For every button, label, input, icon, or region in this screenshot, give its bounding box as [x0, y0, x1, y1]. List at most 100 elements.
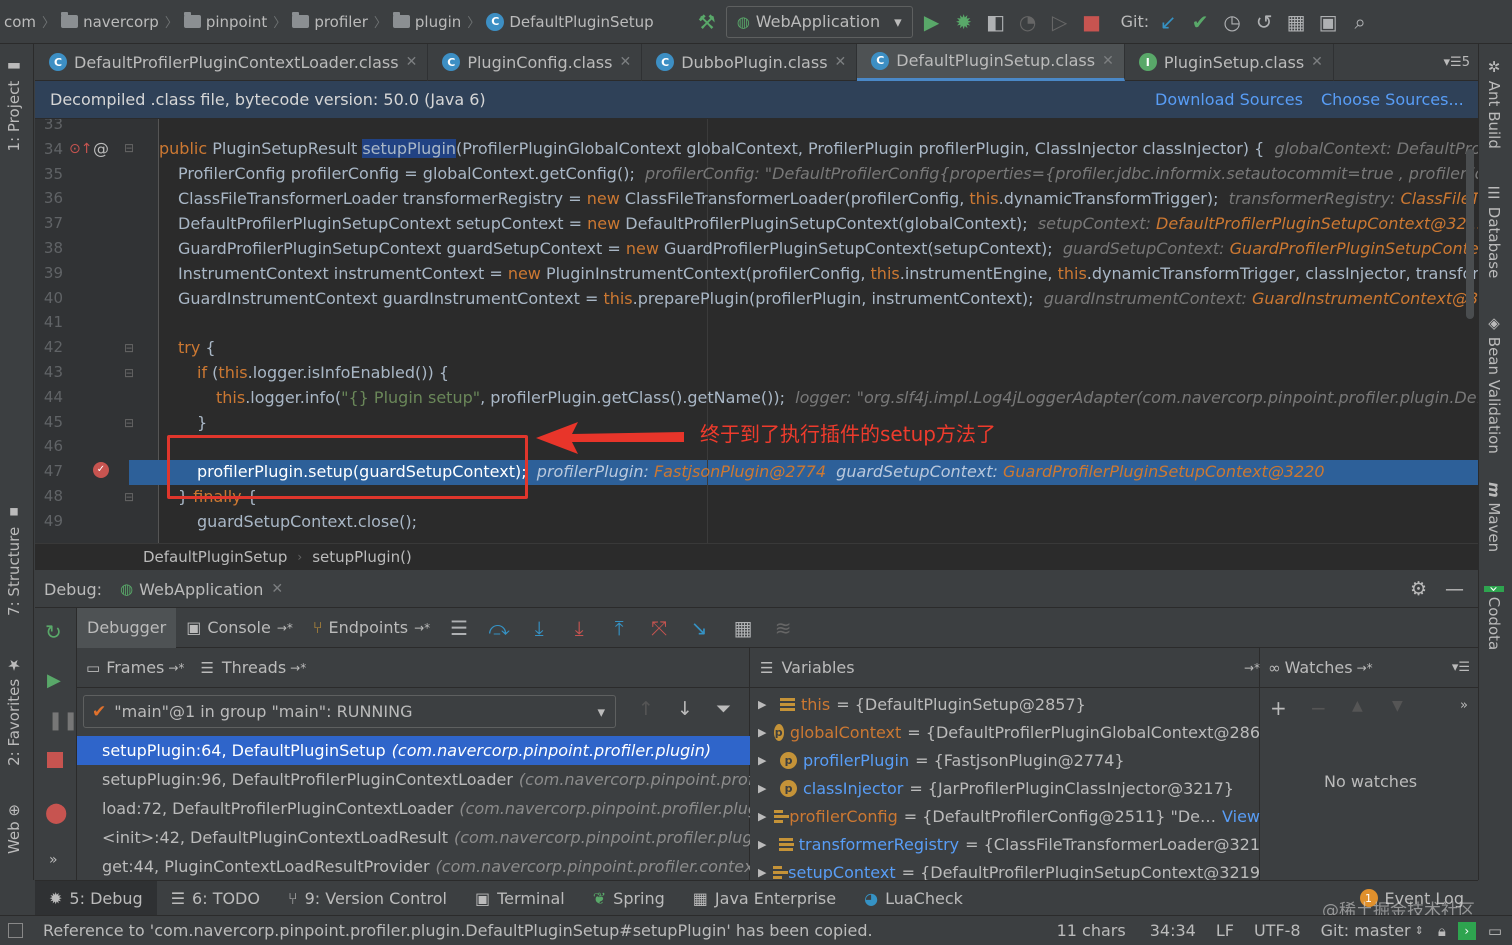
thread-select[interactable]: ✔ "main"@1 in group "main": RUNNING ▾ [83, 695, 616, 728]
tab-todo[interactable]: ☰ 6: TODO [157, 881, 274, 916]
attach-icon[interactable]: ▷ [1047, 10, 1073, 34]
lock-icon[interactable]: 🔒︎ [1438, 922, 1446, 940]
options-icon[interactable]: ▾☰ [1452, 660, 1470, 675]
watches-tab[interactable]: Watches [1285, 658, 1353, 677]
gear-icon[interactable]: ⚙ [1410, 578, 1427, 600]
arrow-up-icon[interactable]: ↑ [638, 698, 654, 720]
stack-frame[interactable]: setupPlugin:96, DefaultProfilerPluginCon… [77, 765, 750, 794]
profile-icon[interactable]: ◔ [1015, 10, 1041, 34]
expand-icon[interactable]: ▶ [758, 782, 774, 795]
variables-tab[interactable]: Variables [781, 658, 854, 677]
breadcrumb-navercorp[interactable]: navercorp [61, 12, 159, 31]
notifications-icon[interactable]: ▭ [1488, 922, 1502, 940]
breadcrumb-defaultpluginsetup[interactable]: C DefaultPluginSetup [486, 12, 654, 31]
expand-icon[interactable]: ▶ [758, 754, 774, 767]
git-rollback-icon[interactable]: ↺ [1251, 10, 1277, 34]
close-icon[interactable]: ✕ [271, 581, 283, 597]
minimize-icon[interactable]: — [1445, 578, 1464, 600]
stop-icon[interactable] [47, 752, 63, 768]
move-down-icon[interactable]: ▼ [1392, 698, 1403, 714]
ant-build-tool-button[interactable]: ✲ Ant Build [1485, 58, 1503, 149]
tab-spring[interactable]: ❦ Spring [579, 881, 679, 916]
variable-row[interactable]: ▶ p globalContext = {DefaultProfilerPlugin… [750, 718, 1260, 746]
code-breadcrumb-method[interactable]: setupPlugin() [312, 548, 412, 566]
fold-icon[interactable]: ⊟ [124, 490, 134, 504]
presentation-icon[interactable]: ▣ [1315, 10, 1341, 34]
tab-pluginsetup[interactable]: I PluginSetup.class ✕ [1125, 43, 1334, 81]
breakpoint-icon[interactable]: ✓ [93, 462, 109, 478]
code-breadcrumb-class[interactable]: DefaultPluginSetup [143, 548, 287, 566]
tab-debugger[interactable]: Debugger [77, 607, 177, 648]
stack-frame[interactable]: get:44, PluginContextLoadResultProvider (… [77, 852, 750, 881]
web-tool-button[interactable]: Web ⊕ [5, 804, 23, 854]
more-icon[interactable]: » [1460, 698, 1468, 713]
tab-java-enterprise[interactable]: ▦ Java Enterprise [679, 881, 850, 916]
show-execution-point-icon[interactable]: ⤼ [486, 616, 512, 640]
drop-frame-icon[interactable]: ⤧ [646, 616, 672, 640]
git-branch[interactable]: Git: master [1321, 921, 1411, 940]
stack-frame[interactable]: <init>:42, DefaultPluginContextLoadResul… [77, 823, 750, 852]
more-icon[interactable]: » [49, 852, 58, 868]
expand-icon[interactable]: ▶ [758, 726, 768, 739]
structure-tool-button[interactable]: 7: Structure ▪ [5, 504, 23, 616]
fold-icon[interactable]: ⊟ [124, 141, 134, 155]
override-icon[interactable]: ⊙↑ [69, 141, 92, 157]
expand-icon[interactable]: ▶ [758, 866, 767, 879]
step-into-icon[interactable]: ⤓ [566, 616, 592, 640]
debug-bug-icon[interactable]: ✹ [951, 10, 977, 34]
tab-luacheck[interactable]: ◕ LuaCheck [850, 881, 977, 916]
resume-icon[interactable]: ▶ [47, 670, 61, 691]
frames-tab[interactable]: Frames [106, 658, 164, 677]
expand-icon[interactable]: ▶ [758, 698, 774, 711]
run-configuration-select[interactable]: ◍ WebApplication ▾ [725, 5, 913, 38]
step-over-icon[interactable]: ⤓ [526, 616, 552, 640]
arrow-down-icon[interactable]: ↓ [677, 698, 693, 720]
tab-debug[interactable]: ✹ 5: Debug [35, 880, 157, 916]
project-structure-icon[interactable]: ▦ [1283, 10, 1309, 34]
editor-scrollbar[interactable] [1466, 149, 1474, 319]
run-icon[interactable]: ▶ [919, 10, 945, 34]
codota-tool-button[interactable]: › Codota [1484, 586, 1504, 650]
stack-frame[interactable]: setupPlugin:64, DefaultPluginSetup (com.n… [77, 736, 750, 765]
evaluate-expression-icon[interactable]: ▦ [730, 616, 756, 640]
close-icon[interactable]: ✕ [1311, 54, 1323, 70]
trace-icon[interactable]: ≋ [770, 616, 796, 640]
threads-tab[interactable]: Threads [222, 658, 286, 677]
variable-row[interactable]: ▶ transformerRegistry = {ClassFileTransfo… [750, 830, 1260, 858]
step-out-icon[interactable]: ⤒ [606, 616, 632, 640]
close-icon[interactable]: ✕ [1102, 53, 1114, 69]
download-sources-link[interactable]: Download Sources [1155, 90, 1303, 109]
breadcrumb-com[interactable]: com [4, 13, 36, 31]
git-commit-icon[interactable]: ✔ [1187, 10, 1213, 34]
remove-watch-icon[interactable]: − [1310, 696, 1327, 720]
hammer-build-icon[interactable]: ⚒ [694, 10, 720, 34]
bean-validation-tool-button[interactable]: ◈ Bean Validation [1485, 314, 1503, 454]
file-encoding[interactable]: UTF-8 [1254, 921, 1301, 940]
filter-icon[interactable]: ⏷ [716, 698, 731, 720]
search-icon[interactable]: ⌕ [1347, 10, 1373, 34]
expand-icon[interactable]: ▶ [758, 838, 773, 851]
project-tool-button[interactable]: 1: Project ▬ [5, 58, 23, 151]
tab-overflow-button[interactable]: ▾☰5 [1444, 55, 1478, 70]
stack-frame[interactable]: load:72, DefaultProfilerPluginContextLoa… [77, 794, 750, 823]
tab-console[interactable]: ▣ Console →* [176, 608, 303, 648]
close-icon[interactable]: ✕ [619, 54, 631, 70]
tab-version-control[interactable]: ⑂ 9: Version Control [274, 881, 461, 916]
variable-row[interactable]: ▶ profilerConfig = {DefaultProfilerConfig… [750, 802, 1260, 830]
rerun-icon[interactable]: ↻ [45, 620, 62, 644]
variable-row[interactable]: ▶ p profilerPlugin = {FastjsonPlugin@2774} [750, 746, 1260, 774]
move-up-icon[interactable]: ▲ [1352, 698, 1363, 714]
caret-position[interactable]: 34:34 [1150, 921, 1196, 940]
favorites-tool-button[interactable]: 2: Favorites ★ [5, 656, 23, 766]
tab-terminal[interactable]: ▣ Terminal [461, 881, 579, 916]
debug-session-tab[interactable]: WebApplication [139, 580, 263, 599]
git-update-icon[interactable]: ↙ [1155, 10, 1181, 34]
pause-icon[interactable]: ❚❚ [48, 710, 78, 731]
fold-icon[interactable]: ⊟ [124, 341, 134, 355]
choose-sources-link[interactable]: Choose Sources... [1321, 90, 1464, 109]
tab-pluginconfig[interactable]: C PluginConfig.class ✕ [428, 43, 643, 81]
database-tool-button[interactable]: ☰ Database [1485, 184, 1503, 278]
codota-icon[interactable]: › [1457, 921, 1476, 940]
tab-defaultpluginsetup[interactable]: C DefaultPluginSetup.class ✕ [857, 43, 1125, 81]
view-breakpoints-icon[interactable]: ⬤ [45, 800, 67, 824]
